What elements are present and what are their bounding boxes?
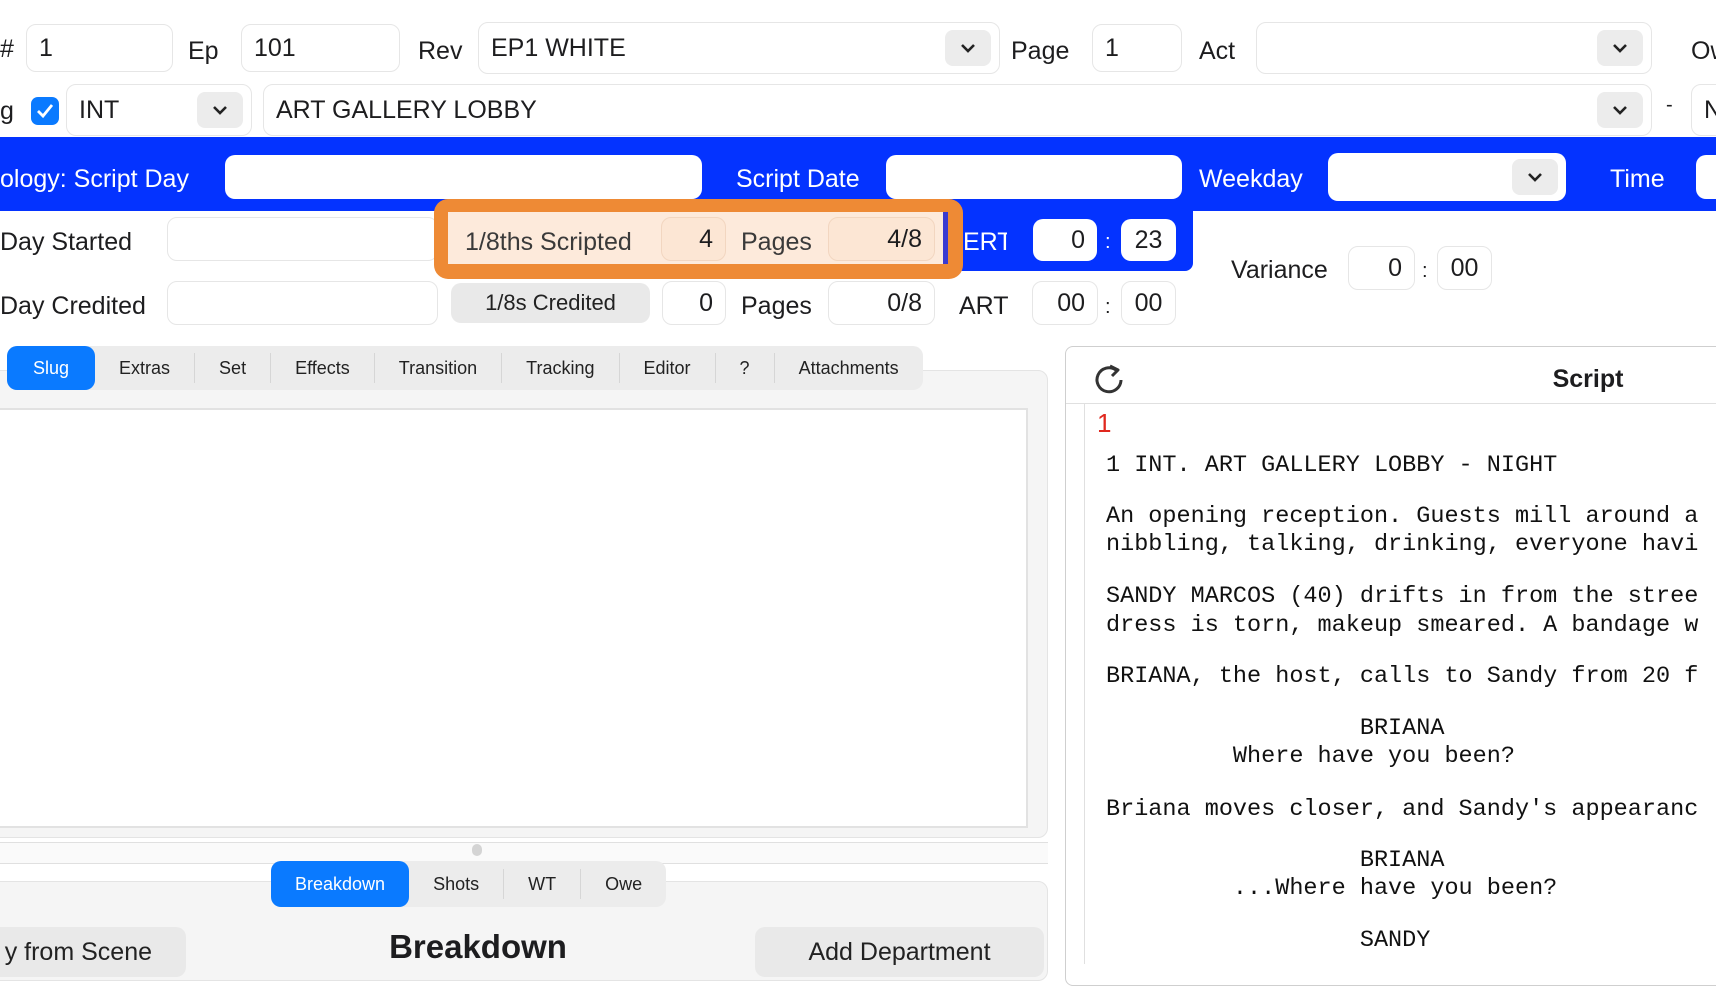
scene-number-label: #	[0, 35, 14, 63]
tab-breakdown[interactable]: Breakdown	[271, 861, 410, 907]
tab-effects[interactable]: Effects	[270, 353, 374, 383]
slug-content-area[interactable]	[0, 408, 1028, 828]
script-day-field[interactable]	[225, 155, 702, 199]
variance-seconds-field[interactable]: 00	[1437, 246, 1492, 290]
int-ext-value: INT	[79, 95, 120, 124]
ert-label: ERT	[963, 228, 1007, 256]
episode-field[interactable]: 101	[241, 24, 400, 72]
script-day-label: ology: Script Day	[0, 165, 189, 193]
script-page-number: 1	[1097, 408, 1112, 438]
weekday-label: Weekday	[1199, 165, 1303, 193]
ert-minutes-field[interactable]: 0	[1033, 219, 1097, 261]
revision-value: EP1 WHITE	[491, 33, 626, 62]
script-date-label: Script Date	[736, 165, 860, 193]
dash-separator: -	[1666, 94, 1673, 116]
tab-transition[interactable]: Transition	[373, 353, 501, 383]
band-edge	[943, 212, 948, 264]
credited-button[interactable]: 1/8s Credited	[451, 283, 650, 323]
script-line: An opening reception. Guests mill around…	[1106, 503, 1699, 530]
page-label: Page	[1011, 37, 1070, 65]
pages-credited-label: Pages	[741, 292, 812, 320]
script-line: nibbling, talking, drinking, everyone ha…	[1106, 531, 1699, 558]
script-line: BRIANA	[1106, 847, 1445, 874]
script-line: Briana moves closer, and Sandy's appeara…	[1106, 796, 1699, 823]
pages-scripted-field[interactable]: 4/8	[828, 217, 935, 261]
chevron-down-icon	[197, 92, 243, 128]
refresh-icon[interactable]	[1093, 363, 1127, 397]
script-header-divider	[1066, 403, 1716, 404]
chevron-down-icon	[945, 30, 991, 66]
drag-handle-icon[interactable]	[472, 844, 482, 856]
script-line: BRIANA, the host, calls to Sandy from 20…	[1106, 663, 1699, 690]
ert-colon: :	[1105, 231, 1111, 253]
copy-from-scene-button[interactable]: y from Scene	[0, 927, 186, 977]
page-field[interactable]: 1	[1092, 24, 1182, 72]
chevron-down-icon	[1512, 159, 1558, 195]
ert-seconds-field[interactable]: 23	[1121, 219, 1176, 261]
script-page-edge	[1084, 404, 1085, 964]
tab-wt[interactable]: WT	[503, 869, 580, 899]
ow-label: Ow	[1691, 37, 1716, 65]
time-of-day-select[interactable]: N	[1691, 84, 1716, 136]
tab-tracking[interactable]: Tracking	[501, 353, 618, 383]
day-started-field[interactable]	[167, 217, 438, 261]
time-label: Time	[1610, 165, 1665, 193]
tab-attachments[interactable]: Attachments	[773, 353, 923, 383]
slug-label: g	[0, 97, 14, 125]
script-line: 1 INT. ART GALLERY LOBBY - NIGHT	[1106, 452, 1558, 479]
eighths-credited-field[interactable]: 0	[662, 281, 726, 325]
tab-slug[interactable]: Slug	[7, 346, 96, 390]
day-credited-field[interactable]	[167, 281, 438, 325]
art-minutes-field[interactable]: 00	[1032, 281, 1098, 325]
pages-credited-field[interactable]: 0/8	[828, 281, 935, 325]
revision-select[interactable]: EP1 WHITE	[478, 22, 1000, 74]
variance-colon: :	[1422, 260, 1428, 282]
art-seconds-field[interactable]: 00	[1121, 281, 1176, 325]
tab-shots[interactable]: Shots	[409, 869, 503, 899]
tab-editor[interactable]: Editor	[618, 353, 715, 383]
slug-checkbox[interactable]	[31, 97, 59, 125]
eighths-scripted-label: 1/8ths Scripted	[465, 228, 632, 256]
variance-label: Variance	[1231, 256, 1328, 284]
act-select[interactable]	[1256, 22, 1652, 74]
variance-minutes-field[interactable]: 0	[1348, 246, 1415, 290]
detail-tabs: Slug Extras Set Effects Transition Track…	[7, 346, 923, 390]
script-date-field[interactable]	[886, 155, 1182, 199]
day-credited-label: Day Credited	[0, 292, 146, 320]
breakdown-title: Breakdown	[389, 928, 567, 965]
art-label: ART	[959, 292, 1009, 320]
pages-scripted-label: Pages	[741, 228, 812, 256]
tab-help[interactable]: ?	[714, 353, 774, 383]
script-line: SANDY MARCOS (40) drifts in from the str…	[1106, 583, 1699, 610]
script-line: dress is torn, makeup smeared. A bandage…	[1106, 612, 1699, 639]
checkmark-icon	[37, 104, 54, 119]
bottom-tabs: Breakdown Shots WT Owe	[271, 861, 667, 907]
script-line: Where have you been?	[1106, 743, 1515, 770]
script-line: SANDY	[1106, 927, 1431, 954]
chevron-down-icon	[1597, 30, 1643, 66]
tab-owe[interactable]: Owe	[580, 869, 666, 899]
tab-extras[interactable]: Extras	[95, 353, 194, 383]
script-line: ...Where have you been?	[1106, 875, 1558, 902]
chevron-down-icon	[1597, 92, 1643, 128]
location-select[interactable]: ART GALLERY LOBBY	[263, 84, 1652, 136]
day-started-label: Day Started	[0, 228, 133, 256]
location-value: ART GALLERY LOBBY	[276, 95, 537, 124]
episode-label: Ep	[188, 37, 219, 65]
script-title: Script	[1552, 365, 1624, 393]
add-department-button[interactable]: Add Department	[755, 927, 1044, 977]
time-field[interactable]	[1696, 155, 1716, 199]
script-line: BRIANA	[1106, 715, 1445, 742]
tab-set[interactable]: Set	[194, 353, 270, 383]
art-colon: :	[1105, 296, 1111, 318]
eighths-scripted-field[interactable]: 4	[661, 217, 726, 261]
weekday-select[interactable]	[1328, 153, 1566, 201]
revision-label: Rev	[418, 37, 463, 65]
scene-number-field[interactable]: 1	[26, 24, 173, 72]
act-label: Act	[1199, 37, 1236, 65]
int-ext-select[interactable]: INT	[66, 84, 252, 136]
